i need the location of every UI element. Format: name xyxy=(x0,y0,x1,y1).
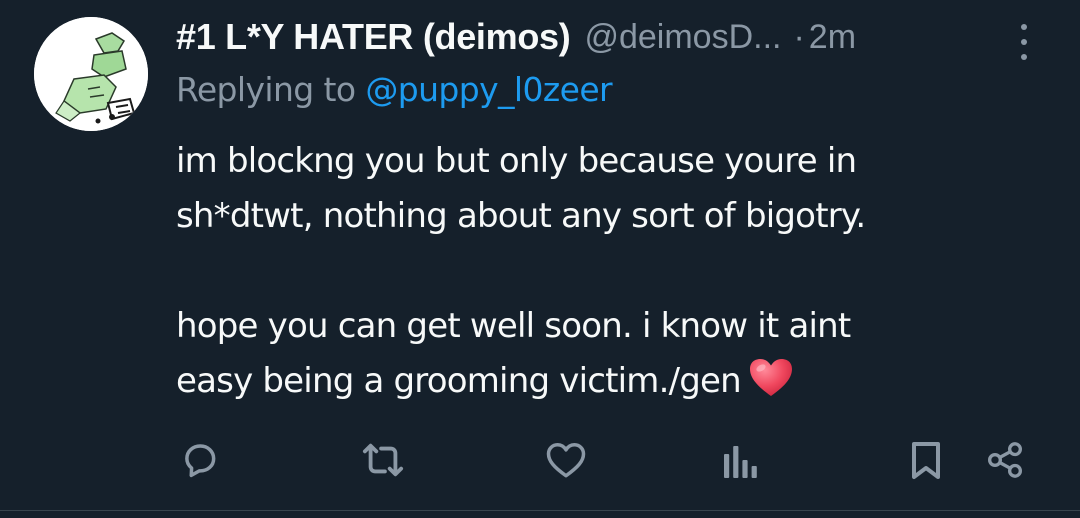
red-heart-emoji xyxy=(749,359,792,396)
share-icon[interactable] xyxy=(984,438,1026,482)
retweet-icon[interactable] xyxy=(358,438,408,482)
avatar[interactable] xyxy=(34,17,148,131)
display-name[interactable]: #1 L*Y HATER (deimos) xyxy=(176,16,571,58)
user-handle[interactable]: @deimosD... xyxy=(584,18,781,57)
divider xyxy=(0,510,1080,511)
reply-icon[interactable] xyxy=(178,438,222,482)
tweet-header: #1 L*Y HATER (deimos) @deimosD... · 2m xyxy=(176,12,856,62)
tweet-text: im blockng you but only because youre in… xyxy=(176,134,1056,409)
avatar-image xyxy=(34,17,148,131)
views-icon[interactable] xyxy=(720,438,760,482)
tweet[interactable]: #1 L*Y HATER (deimos) @deimosD... · 2m R… xyxy=(0,0,1080,518)
action-bar xyxy=(0,438,1080,482)
reply-mention-link[interactable]: @puppy_l0zeer xyxy=(365,70,612,109)
tweet-text-line-last: easy being a grooming victim./gen xyxy=(176,354,1056,409)
bookmark-icon[interactable] xyxy=(908,438,944,482)
heart-icon[interactable] xyxy=(544,438,588,482)
tweet-text-fragment: easy being a grooming victim./gen xyxy=(176,361,742,401)
more-vertical-icon[interactable] xyxy=(1014,24,1034,60)
tweet-text-line: hope you can get well soon. i know it ai… xyxy=(176,306,851,346)
separator-dot: · xyxy=(793,17,805,56)
tweet-text-line: sh*dtwt, nothing about any sort of bigot… xyxy=(176,196,866,236)
replying-to-label: Replying to xyxy=(176,70,366,109)
tweet-text-line: im blockng you but only because youre in xyxy=(176,141,857,181)
timestamp[interactable]: 2m xyxy=(809,18,856,57)
replying-to: Replying to @puppy_l0zeer xyxy=(176,70,613,109)
